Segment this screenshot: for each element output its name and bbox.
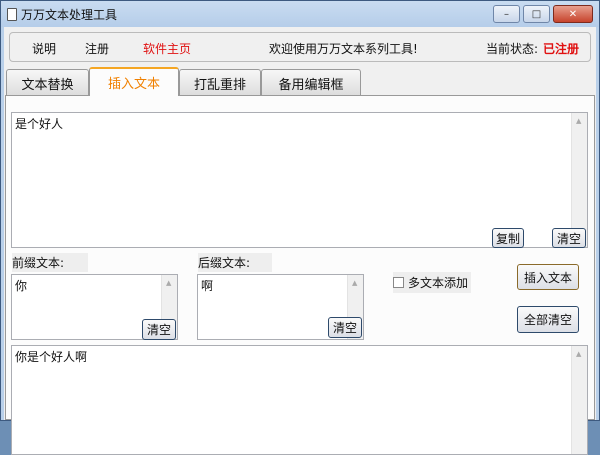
clear-suffix-button[interactable]: 清空 (328, 317, 362, 338)
app-window: 万万文本处理工具 – □ ✕ 说明 注册 软件主页 欢迎使用万万文本系列工具! … (0, 0, 600, 455)
window-title: 万万文本处理工具 (21, 7, 118, 22)
homepage-link[interactable]: 软件主页 (143, 40, 191, 57)
clear-prefix-button[interactable]: 清空 (142, 319, 176, 340)
help-link[interactable]: 说明 (32, 40, 56, 57)
tab-panel: 是个好人 复制 清空 前缀文本: 你 清空 后缀文本: 啊 清空 多文本添加 插… (5, 95, 595, 455)
source-text: 是个好人 (15, 117, 64, 131)
tab-insert-text[interactable]: 插入文本 (89, 67, 179, 96)
tab-shuffle[interactable]: 打乱重排 (179, 69, 261, 96)
register-link[interactable]: 注册 (85, 40, 109, 57)
header-panel: 说明 注册 软件主页 欢迎使用万万文本系列工具! 当前状态: 已注册 (9, 32, 591, 62)
maximize-button[interactable]: □ (523, 5, 550, 23)
status-label: 当前状态: (486, 42, 539, 56)
client-area: 说明 注册 软件主页 欢迎使用万万文本系列工具! 当前状态: 已注册 文本替换 … (4, 27, 596, 455)
insert-text-button[interactable]: 插入文本 (517, 264, 579, 290)
scrollbar[interactable] (571, 346, 587, 454)
tab-bar: 文本替换 插入文本 打乱重排 备用编辑框 (4, 67, 361, 96)
prefix-label: 前缀文本: (12, 253, 88, 272)
result-text: 你是个好人啊 (15, 350, 88, 364)
tab-text-replace[interactable]: 文本替换 (6, 69, 89, 96)
clear-all-button[interactable]: 全部清空 (517, 306, 579, 333)
copy-button[interactable]: 复制 (492, 228, 524, 248)
prefix-text: 你 (15, 279, 28, 293)
result-textarea[interactable]: 你是个好人啊 (11, 345, 588, 455)
tab-backup-editor[interactable]: 备用编辑框 (261, 69, 361, 96)
title-bar: 万万文本处理工具 (7, 5, 117, 23)
scrollbar[interactable] (571, 113, 587, 247)
minimize-button[interactable]: – (493, 5, 520, 23)
app-icon (7, 7, 17, 21)
close-button[interactable]: ✕ (553, 5, 593, 23)
status-value: 已注册 (543, 42, 580, 56)
multi-text-label: 多文本添加 (408, 276, 469, 290)
suffix-label: 后缀文本: (198, 253, 272, 272)
multi-text-checkbox[interactable]: 多文本添加 (393, 272, 472, 293)
welcome-text: 欢迎使用万万文本系列工具! (269, 42, 418, 56)
checkbox-box[interactable] (393, 277, 404, 288)
suffix-text: 啊 (201, 279, 214, 293)
clear-source-button[interactable]: 清空 (552, 228, 586, 248)
